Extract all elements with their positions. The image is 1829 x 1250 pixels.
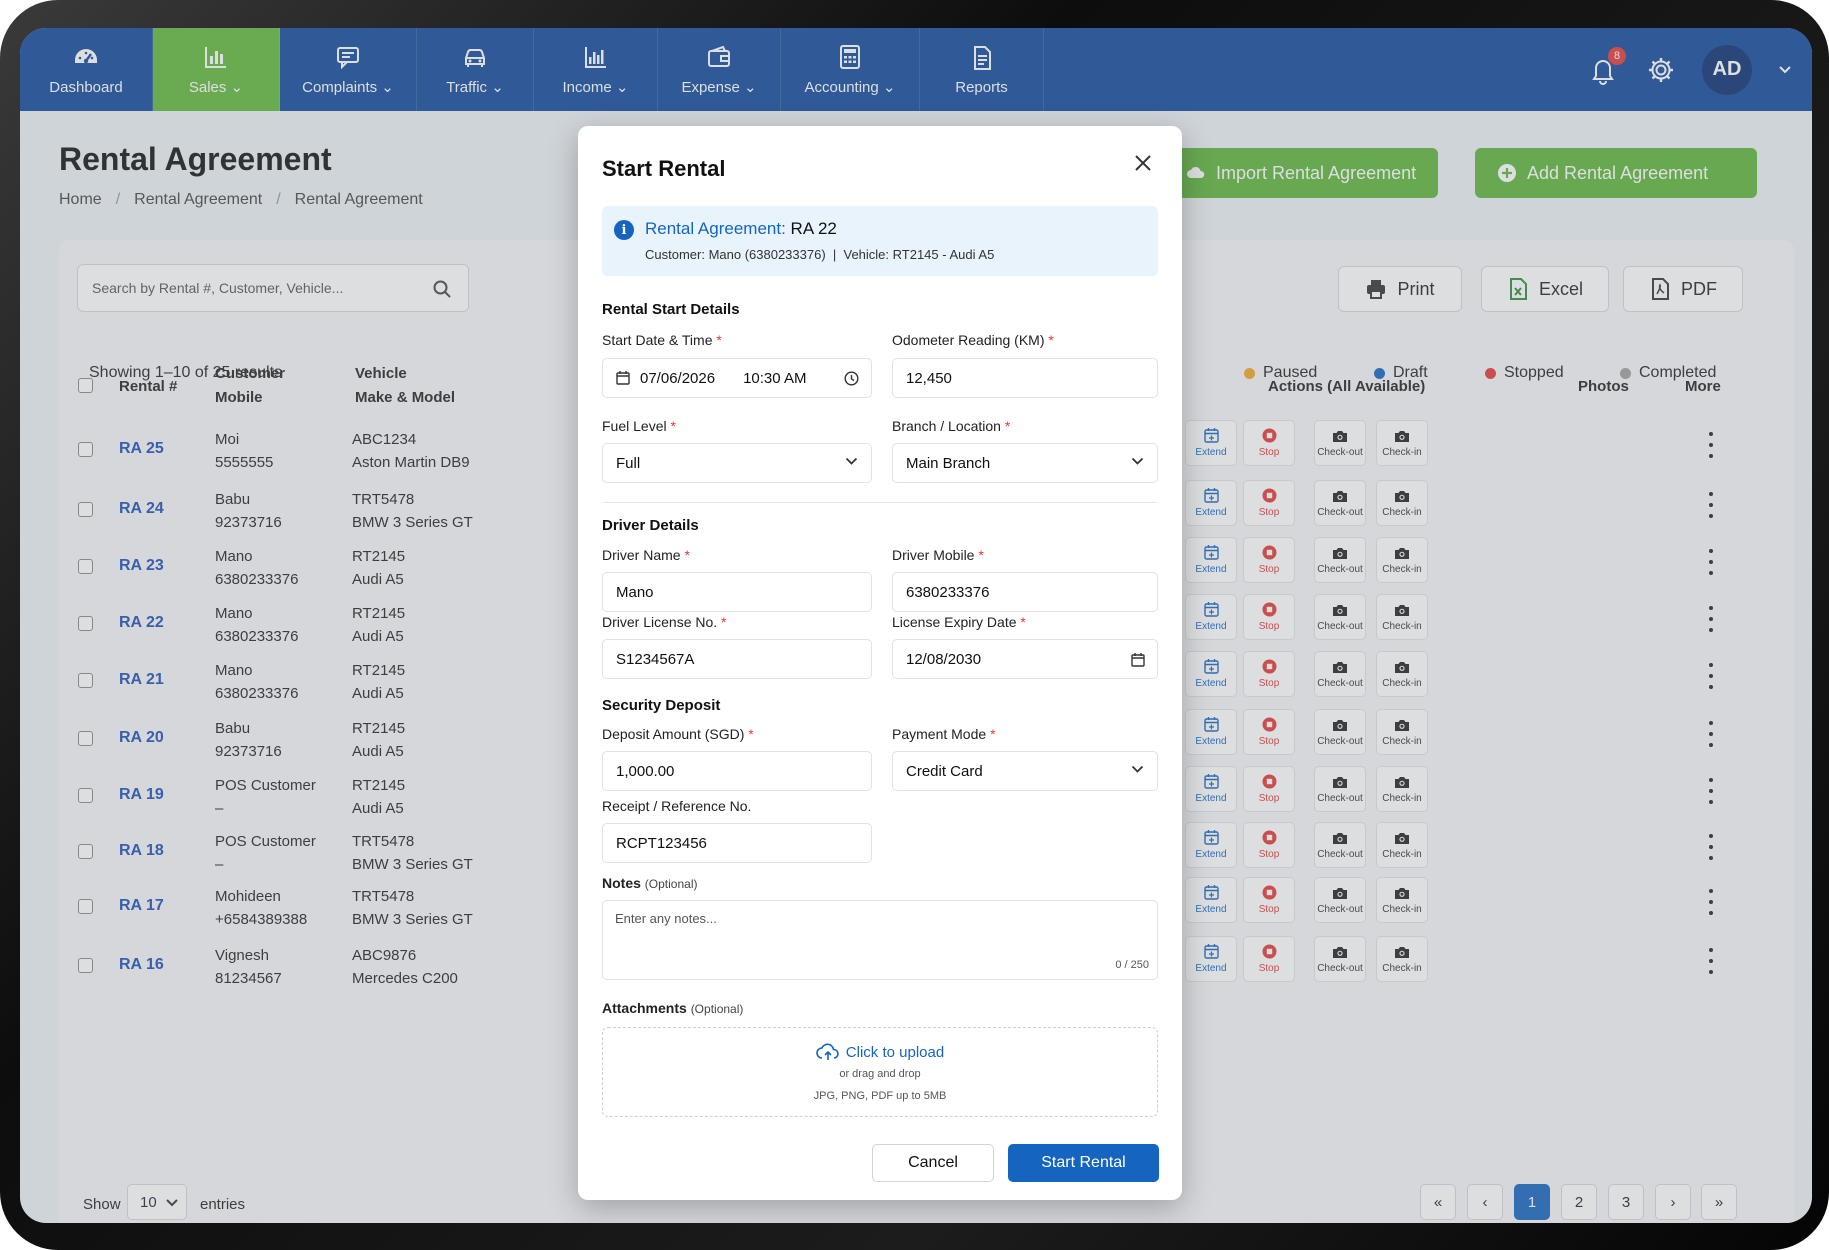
driver-mobile-input[interactable]: 6380233376 — [892, 572, 1158, 612]
attachments-label: Attachments (Optional) — [602, 1000, 744, 1016]
fuel-level-value: Full — [616, 454, 641, 472]
calendar-icon — [1131, 653, 1145, 667]
branch-value: Main Branch — [906, 454, 991, 472]
chevron-down-icon — [845, 457, 858, 465]
agreement-label: Rental Agreement: — [645, 219, 786, 238]
start-time-value: 10:30 AM — [743, 369, 807, 387]
branch-label: Branch / Location * — [892, 418, 1011, 434]
payment-mode-value: Credit Card — [906, 762, 983, 780]
driver-name-input[interactable]: Mano — [602, 572, 872, 612]
fuel-level-label: Fuel Level * — [602, 418, 676, 434]
odometer-input[interactable]: 12,450 — [892, 358, 1158, 398]
agreement-info-box: i Rental Agreement: RA 22 Customer: Mano… — [602, 206, 1158, 276]
license-expiry-label: License Expiry Date * — [892, 614, 1026, 630]
branch-select[interactable]: Main Branch — [892, 443, 1158, 483]
license-no-label: Driver License No. * — [602, 614, 727, 630]
start-datetime-input[interactable]: 07/06/2026 10:30 AM — [602, 358, 872, 398]
cloud-upload-icon — [816, 1043, 839, 1060]
upload-link[interactable]: Click to upload — [846, 1044, 944, 1061]
start-rental-button[interactable]: Start Rental — [1008, 1144, 1159, 1182]
upload-dropzone[interactable]: Click to upload or drag and drop JPG, PN… — [602, 1027, 1158, 1117]
app-screen: Dashboard Sales ⌄ Complaints ⌄ Traffic ⌄… — [20, 28, 1812, 1223]
fuel-level-select[interactable]: Full — [602, 443, 872, 483]
deposit-amount-input[interactable]: 1,000.00 — [602, 751, 872, 791]
upload-link-row: Click to upload — [603, 1042, 1157, 1062]
cancel-button[interactable]: Cancel — [872, 1144, 994, 1182]
receipt-label: Receipt / Reference No. — [602, 798, 752, 814]
notes-label: Notes (Optional) — [602, 875, 698, 891]
clock-icon — [844, 371, 859, 386]
license-expiry-input[interactable]: 12/08/2030 — [892, 639, 1158, 679]
section-driver-details: Driver Details — [602, 517, 699, 534]
odometer-label: Odometer Reading (KM) * — [892, 332, 1054, 348]
agreement-sub: Customer: Mano (6380233376) | Vehicle: R… — [645, 247, 995, 262]
expiry-value: 12/08/2030 — [906, 650, 982, 668]
section-security-deposit: Security Deposit — [602, 697, 721, 714]
payment-mode-label: Payment Mode * — [892, 726, 996, 742]
notes-counter: 0 / 250 — [1115, 959, 1149, 971]
deposit-amount-label: Deposit Amount (SGD) * — [602, 726, 754, 742]
close-icon[interactable] — [1132, 152, 1154, 174]
payment-mode-select[interactable]: Credit Card — [892, 751, 1158, 791]
start-datetime-label: Start Date & Time * — [602, 332, 722, 348]
device-frame: Dashboard Sales ⌄ Complaints ⌄ Traffic ⌄… — [0, 0, 1829, 1250]
chevron-down-icon — [1131, 457, 1144, 465]
agreement-value: RA 22 — [790, 219, 837, 238]
driver-name-label: Driver Name * — [602, 547, 690, 563]
chevron-down-icon — [1131, 765, 1144, 773]
calendar-icon — [616, 371, 630, 385]
license-no-input[interactable]: S1234567A — [602, 639, 872, 679]
notes-textarea[interactable]: Enter any notes... 0 / 250 — [602, 900, 1158, 980]
section-start-details: Rental Start Details — [602, 301, 740, 318]
upload-sub: or drag and drop — [839, 1068, 921, 1080]
upload-types: JPG, PNG, PDF up to 5MB — [813, 1090, 947, 1102]
driver-mobile-label: Driver Mobile * — [892, 547, 984, 563]
start-rental-modal: Start Rental i Rental Agreement: RA 22 C… — [578, 126, 1182, 1200]
notes-placeholder: Enter any notes... — [615, 911, 717, 926]
start-date-value: 07/06/2026 — [640, 369, 716, 387]
modal-title: Start Rental — [602, 156, 726, 181]
agreement-line: Rental Agreement: RA 22 — [645, 219, 837, 239]
info-icon: i — [614, 220, 634, 240]
divider — [602, 502, 1158, 503]
receipt-input[interactable]: RCPT123456 — [602, 823, 872, 863]
